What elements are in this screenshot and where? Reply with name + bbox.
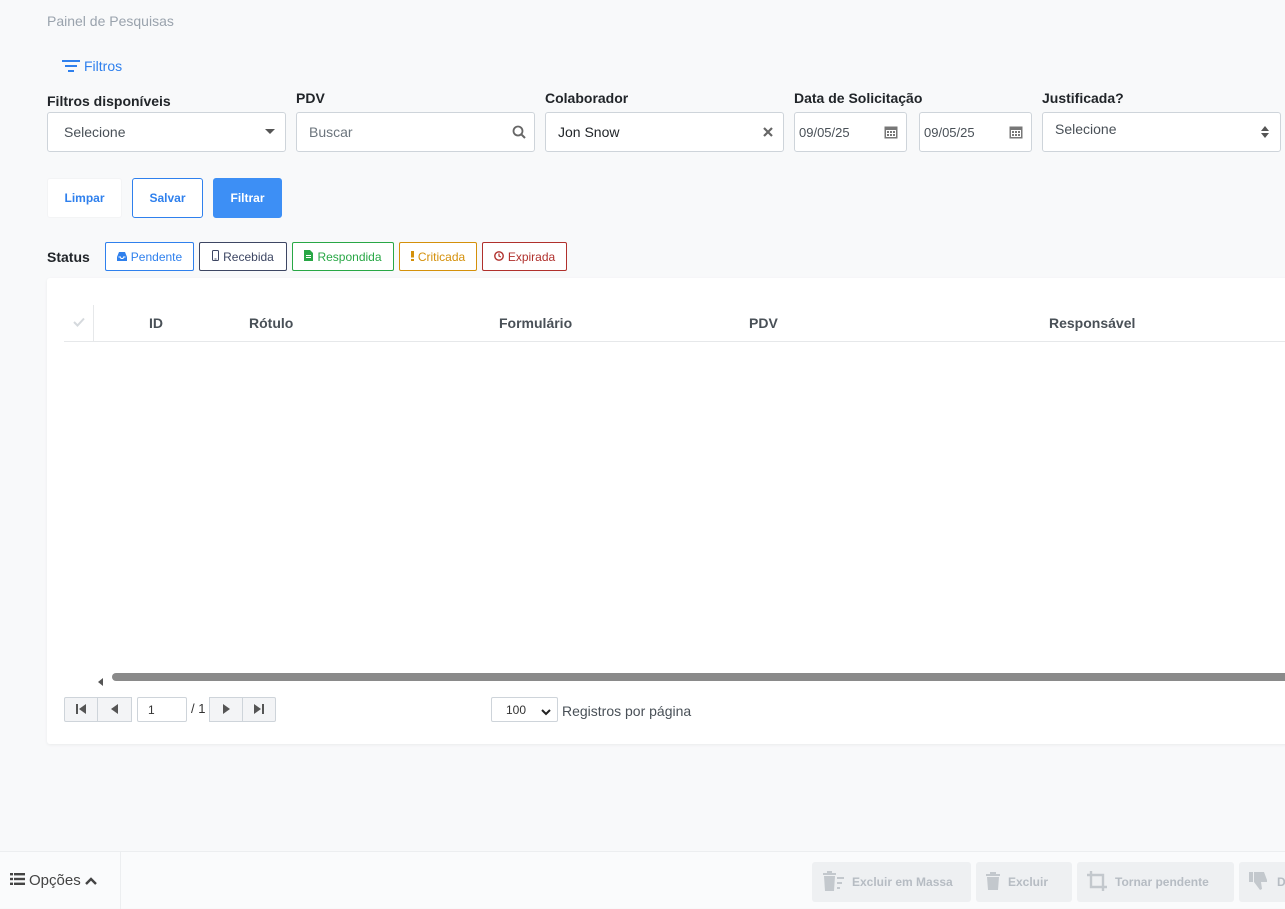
delete-button[interactable]: Excluir bbox=[976, 862, 1072, 902]
table-header: ID Rótulo Formulário PDV Responsável bbox=[64, 305, 1285, 342]
first-page-button[interactable] bbox=[64, 697, 98, 722]
trash-icon bbox=[986, 871, 1000, 893]
clear-button[interactable]: Limpar bbox=[47, 178, 122, 218]
status-label: Status bbox=[47, 249, 90, 265]
pdv-label: PDV bbox=[296, 90, 325, 106]
first-page-icon bbox=[76, 701, 86, 719]
chevron-up-icon bbox=[84, 872, 97, 889]
column-header-rotulo[interactable]: Rótulo bbox=[249, 315, 293, 331]
date-start-field[interactable]: 09/05/25 bbox=[794, 112, 907, 152]
page-total: / 1 bbox=[191, 701, 206, 716]
filter-button[interactable]: Filtrar bbox=[213, 178, 282, 218]
last-page-icon bbox=[254, 701, 264, 719]
per-page-value: 100 bbox=[506, 702, 527, 717]
status-chip-label: Respondida bbox=[317, 249, 382, 264]
inbox-icon bbox=[116, 250, 127, 264]
column-header-responsavel[interactable]: Responsável bbox=[1049, 315, 1135, 331]
filters-toggle[interactable]: Filtros bbox=[62, 58, 122, 74]
status-chip-label: Expirada bbox=[507, 249, 556, 264]
calendar-icon[interactable] bbox=[1001, 125, 1031, 139]
justificada-label: Justificada? bbox=[1042, 90, 1124, 106]
date-end-field[interactable]: 09/05/25 bbox=[919, 112, 1032, 152]
available-filters-value: Selecione bbox=[64, 124, 126, 140]
status-chip-recebida[interactable]: Recebida bbox=[199, 242, 287, 271]
column-header-pdv[interactable]: PDV bbox=[749, 315, 778, 331]
options-label: Opções bbox=[29, 872, 81, 889]
clear-icon[interactable] bbox=[753, 127, 783, 137]
pdv-search-input[interactable] bbox=[297, 123, 504, 141]
caret-down-icon bbox=[255, 129, 285, 135]
colaborador-field[interactable]: Jon Snow bbox=[545, 112, 784, 152]
justificada-value: Selecione bbox=[1055, 121, 1117, 137]
calendar-icon[interactable] bbox=[876, 125, 906, 139]
per-page-label: Registros por página bbox=[562, 703, 692, 719]
check-icon bbox=[72, 314, 85, 332]
options-menu-toggle[interactable]: Opções bbox=[0, 852, 121, 909]
status-chip-respondida[interactable]: Respondida bbox=[292, 242, 394, 271]
list-icon bbox=[10, 872, 25, 889]
chevron-left-icon bbox=[111, 701, 118, 719]
per-page-select[interactable]: 100 bbox=[491, 697, 558, 722]
status-chip-label: Recebida bbox=[223, 249, 274, 264]
filters-toggle-label: Filtros bbox=[84, 58, 123, 74]
justificada-select[interactable]: Selecione bbox=[1042, 112, 1281, 152]
clock-icon bbox=[493, 250, 504, 264]
previous-page-button[interactable] bbox=[98, 697, 132, 722]
thumbs-down-button[interactable]: D bbox=[1239, 862, 1285, 902]
select-all-checkbox[interactable] bbox=[64, 305, 94, 341]
file-icon bbox=[304, 249, 314, 264]
filter-lines-icon bbox=[62, 59, 80, 73]
chevron-down-icon bbox=[541, 705, 551, 719]
status-chip-expirada[interactable]: Expirada bbox=[482, 242, 567, 271]
column-header-formulario[interactable]: Formulário bbox=[499, 315, 572, 331]
bulk-delete-button[interactable]: Excluir em Massa bbox=[812, 862, 971, 902]
last-page-button[interactable] bbox=[242, 697, 276, 722]
next-page-button[interactable] bbox=[209, 697, 243, 722]
date-start-value: 09/05/25 bbox=[799, 124, 850, 140]
chevron-right-icon bbox=[222, 701, 230, 719]
thumbs-down-icon bbox=[1249, 871, 1269, 893]
scroll-left-arrow-icon[interactable] bbox=[98, 673, 104, 691]
search-icon[interactable] bbox=[504, 125, 534, 139]
status-chip-pendente[interactable]: Pendente bbox=[105, 242, 194, 271]
colaborador-label: Colaborador bbox=[545, 90, 629, 106]
crop-icon bbox=[1087, 870, 1107, 894]
horizontal-scrollbar[interactable] bbox=[112, 673, 1285, 681]
column-header-id[interactable]: ID bbox=[149, 315, 163, 331]
delete-label: Excluir bbox=[1008, 875, 1049, 889]
save-button[interactable]: Salvar bbox=[132, 178, 203, 218]
status-chip-criticada[interactable]: Criticada bbox=[399, 242, 477, 271]
colaborador-value: Jon Snow bbox=[558, 124, 620, 140]
exclamation-icon bbox=[410, 250, 414, 264]
bulk-delete-label: Excluir em Massa bbox=[852, 875, 953, 889]
make-pending-label: Tornar pendente bbox=[1115, 875, 1209, 889]
page-title: Painel de Pesquisas bbox=[47, 13, 174, 29]
pdv-search-field[interactable] bbox=[296, 112, 535, 152]
make-pending-button[interactable]: Tornar pendente bbox=[1077, 862, 1234, 902]
footer-toolbar: Opções Excluir em Massa Excluir Tornar p… bbox=[0, 851, 1285, 909]
results-card: ID Rótulo Formulário PDV Responsável 1 /… bbox=[47, 278, 1285, 744]
page-number-input[interactable]: 1 bbox=[137, 697, 187, 722]
available-filters-label: Filtros disponíveis bbox=[47, 93, 171, 109]
available-filters-select[interactable]: Selecione bbox=[47, 112, 286, 152]
data-solicitacao-label: Data de Solicitação bbox=[794, 90, 923, 106]
mobile-icon bbox=[212, 249, 220, 264]
date-end-value: 09/05/25 bbox=[924, 124, 975, 140]
trash-bulk-icon bbox=[822, 870, 844, 894]
sort-caret-icon bbox=[1250, 126, 1280, 138]
status-chip-label: Pendente bbox=[130, 249, 183, 264]
thumbs-down-label: D bbox=[1277, 875, 1285, 889]
status-chip-label: Criticada bbox=[417, 249, 466, 264]
